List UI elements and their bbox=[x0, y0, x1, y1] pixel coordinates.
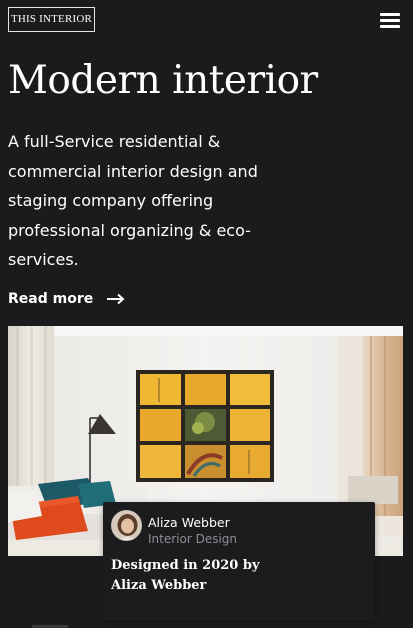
author-card[interactable]: Aliza Webber Interior Design Designed in… bbox=[103, 502, 375, 620]
hamburger-menu-icon[interactable] bbox=[380, 12, 400, 28]
avatar bbox=[111, 510, 142, 541]
hero-description: A full-Service residential & commercial … bbox=[8, 132, 258, 269]
author-role: Interior Design bbox=[148, 532, 238, 546]
brand-logo[interactable]: THIS INTERIOR bbox=[8, 7, 95, 32]
read-more-link[interactable]: Read more bbox=[8, 289, 125, 309]
page-title: Modern interior bbox=[8, 58, 318, 103]
author-avatar-image bbox=[112, 511, 141, 540]
menu-bar-middle bbox=[380, 19, 400, 22]
arrow-right-icon bbox=[107, 293, 125, 305]
menu-bar-bottom bbox=[380, 25, 400, 28]
read-more-label: Read more bbox=[8, 291, 94, 307]
menu-bar-top bbox=[380, 13, 400, 16]
card-title: Designed in 2020 by Aliza Webber bbox=[111, 558, 260, 593]
author-name: Aliza Webber bbox=[148, 515, 230, 530]
